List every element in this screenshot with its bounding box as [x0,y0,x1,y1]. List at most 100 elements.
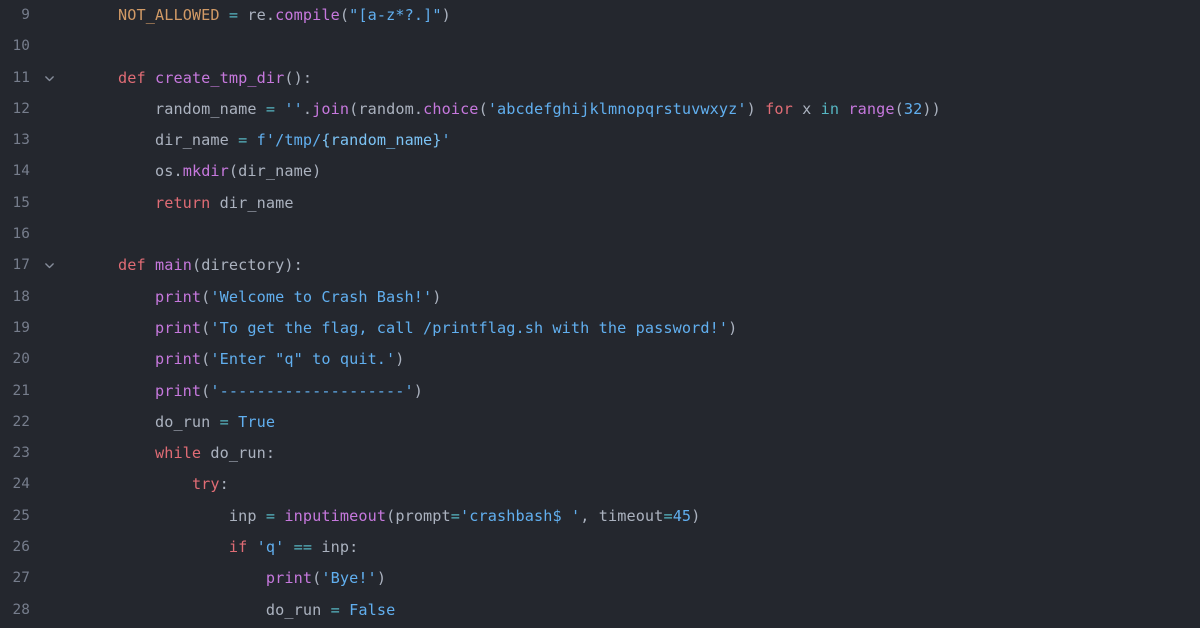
code-token: print [154,381,202,400]
code-token: ) [746,99,756,118]
code-line-text: print('To get the flag, call /printflag.… [81,313,737,344]
code-token: do_run [265,600,322,619]
code-token: 45 [672,506,692,525]
code-line[interactable]: 16 [0,219,1200,250]
code-token: ) [728,318,738,337]
code-token: ( [349,99,359,118]
code-line[interactable]: 13 dir_name = f'/tmp/{random_name}' [0,125,1200,156]
code-token: : [219,475,229,494]
code-token: print [154,287,202,306]
code-line-text: while do_run: [81,438,275,469]
line-number: 9 [21,7,30,23]
code-line-text: print('Bye!') [81,563,386,594]
code-line[interactable]: 23 while do_run: [0,438,1200,469]
code-token: ( [894,99,904,118]
code-token: ) [395,350,405,369]
line-number: 10 [12,38,30,55]
code-token: 'Welcome to Crash Bash!' [210,287,433,306]
code-line[interactable]: 27 print('Bye!') [0,563,1200,594]
code-token: . [173,162,183,181]
code-token: = [228,6,239,24]
code-line[interactable]: 11 def create_tmp_dir(): [0,63,1200,94]
code-line[interactable]: 22 do_run = True [0,407,1200,438]
code-line[interactable]: 18 print('Welcome to Crash Bash!') [0,282,1200,313]
code-token: dir_name [154,131,229,150]
code-line[interactable]: 25 inp = inputimeout(prompt='crashbash$ … [0,501,1200,532]
code-token: print [154,350,202,369]
line-number: 12 [12,100,30,117]
line-number: 20 [12,351,30,368]
code-token: f [256,131,266,150]
code-line[interactable]: 9 NOT_ALLOWED = re.compile("[a-z*?.]") [0,0,1200,31]
code-token: in [820,99,840,118]
code-line[interactable]: 17 def main(directory): [0,250,1200,281]
code-token: ) [691,506,701,525]
code-token: . [265,6,276,24]
line-number: 18 [12,288,30,305]
code-line-text: NOT_ALLOWED = re.compile("[a-z*?.]") [81,0,451,31]
code-token: directory [201,256,285,275]
code-token: ) [432,287,442,306]
code-lines-container[interactable]: 9 NOT_ALLOWED = re.compile("[a-z*?.]") 10… [0,0,1200,626]
code-editor[interactable]: 9 NOT_ALLOWED = re.compile("[a-z*?.]") 10… [0,0,1200,628]
line-number: 14 [12,163,30,180]
code-token: re [247,6,266,24]
chevron-down-icon[interactable] [40,250,58,281]
code-line[interactable]: 20 print('Enter "q" to quit.') [0,344,1200,375]
code-line[interactable]: 26 if 'q' == inp: [0,532,1200,563]
code-token: 'q' [256,538,285,557]
chevron-down-icon[interactable] [40,63,58,94]
code-token: '' [284,99,303,118]
code-token: mkdir [182,162,229,181]
line-number: 16 [12,226,30,243]
line-number: 28 [12,601,30,618]
code-token: ) [376,569,387,588]
code-line-text: do_run = False [81,595,395,626]
code-line[interactable]: 14 os.mkdir(dir_name) [0,156,1200,187]
code-token: ): [284,256,303,275]
code-token: : [265,444,276,463]
code-line[interactable]: 28 do_run = False [0,595,1200,626]
code-token: timeout [598,506,664,525]
code-line[interactable]: 10 [0,31,1200,62]
code-token: (): [284,68,313,87]
code-line-text: random_name = ''.join(random.choice('abc… [81,94,941,125]
line-number: 25 [12,507,30,524]
code-line-text: return dir_name [81,188,294,219]
code-line[interactable]: 12 random_name = ''.join(random.choice('… [0,94,1200,125]
code-token: 'Bye!' [321,569,377,588]
line-number: 26 [12,539,30,556]
code-token: : [349,538,359,557]
code-token: print [265,569,313,588]
code-token: '/tmp/ [265,131,322,150]
code-line[interactable]: 24 try: [0,469,1200,500]
code-token: main [154,256,192,275]
code-token: = [219,412,229,431]
code-line[interactable]: 15 return dir_name [0,188,1200,219]
code-token: x [802,99,812,118]
code-line[interactable]: 19 print('To get the flag, call /printfl… [0,313,1200,344]
code-token: print [154,318,202,337]
code-line[interactable]: 21 print('--------------------') [0,376,1200,407]
